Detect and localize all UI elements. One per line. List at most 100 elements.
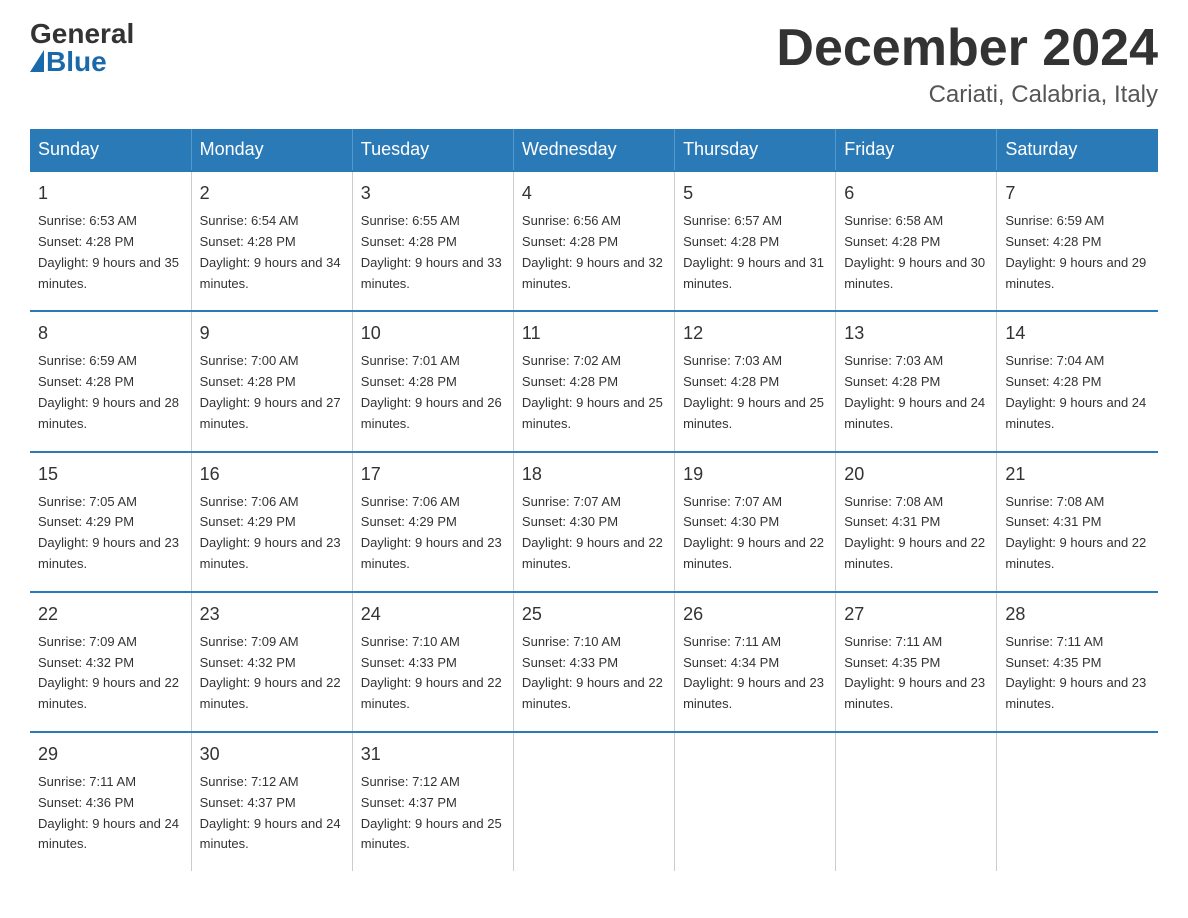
day-info: Sunrise: 7:08 AMSunset: 4:31 PMDaylight:…	[1005, 492, 1150, 575]
day-info: Sunrise: 6:53 AMSunset: 4:28 PMDaylight:…	[38, 211, 183, 294]
day-info: Sunrise: 6:57 AMSunset: 4:28 PMDaylight:…	[683, 211, 827, 294]
day-info: Sunrise: 7:11 AMSunset: 4:34 PMDaylight:…	[683, 632, 827, 715]
day-number: 25	[522, 601, 666, 628]
header-sunday: Sunday	[30, 129, 191, 171]
header-thursday: Thursday	[675, 129, 836, 171]
calendar-cell: 4 Sunrise: 6:56 AMSunset: 4:28 PMDaylight…	[513, 171, 674, 311]
logo-triangle-icon	[30, 50, 44, 72]
logo-general-text: General	[30, 20, 134, 48]
day-number: 4	[522, 180, 666, 207]
calendar-header-row: SundayMondayTuesdayWednesdayThursdayFrid…	[30, 129, 1158, 171]
day-number: 29	[38, 741, 183, 768]
calendar-week-row: 15 Sunrise: 7:05 AMSunset: 4:29 PMDayligh…	[30, 452, 1158, 592]
day-number: 15	[38, 461, 183, 488]
day-info: Sunrise: 7:10 AMSunset: 4:33 PMDaylight:…	[361, 632, 505, 715]
calendar-week-row: 1 Sunrise: 6:53 AMSunset: 4:28 PMDaylight…	[30, 171, 1158, 311]
calendar-cell: 3 Sunrise: 6:55 AMSunset: 4:28 PMDaylight…	[352, 171, 513, 311]
calendar-cell: 14Sunrise: 7:04 AMSunset: 4:28 PMDayligh…	[997, 311, 1158, 451]
day-number: 11	[522, 320, 666, 347]
day-number: 10	[361, 320, 505, 347]
calendar-cell	[836, 732, 997, 871]
calendar-cell: 21Sunrise: 7:08 AMSunset: 4:31 PMDayligh…	[997, 452, 1158, 592]
calendar-cell: 29 Sunrise: 7:11 AMSunset: 4:36 PMDayligh…	[30, 732, 191, 871]
day-info: Sunrise: 7:03 AMSunset: 4:28 PMDaylight:…	[683, 351, 827, 434]
day-number: 5	[683, 180, 827, 207]
day-number: 26	[683, 601, 827, 628]
day-number: 12	[683, 320, 827, 347]
calendar-cell	[675, 732, 836, 871]
day-number: 31	[361, 741, 505, 768]
logo-blue-text: Blue	[30, 48, 107, 76]
calendar-cell	[997, 732, 1158, 871]
calendar-cell: 28Sunrise: 7:11 AMSunset: 4:35 PMDayligh…	[997, 592, 1158, 732]
title-area: December 2024 Cariati, Calabria, Italy	[776, 20, 1158, 109]
day-info: Sunrise: 7:09 AMSunset: 4:32 PMDaylight:…	[38, 632, 183, 715]
month-title: December 2024	[776, 20, 1158, 77]
day-info: Sunrise: 6:56 AMSunset: 4:28 PMDaylight:…	[522, 211, 666, 294]
calendar-cell: 18Sunrise: 7:07 AMSunset: 4:30 PMDayligh…	[513, 452, 674, 592]
header-wednesday: Wednesday	[513, 129, 674, 171]
day-info: Sunrise: 7:12 AMSunset: 4:37 PMDaylight:…	[200, 772, 344, 855]
day-info: Sunrise: 7:07 AMSunset: 4:30 PMDaylight:…	[522, 492, 666, 575]
day-number: 6	[844, 180, 988, 207]
calendar-cell: 20 Sunrise: 7:08 AMSunset: 4:31 PMDayligh…	[836, 452, 997, 592]
day-info: Sunrise: 7:08 AMSunset: 4:31 PMDaylight:…	[844, 492, 988, 575]
day-info: Sunrise: 6:59 AMSunset: 4:28 PMDaylight:…	[1005, 211, 1150, 294]
day-info: Sunrise: 7:02 AMSunset: 4:28 PMDaylight:…	[522, 351, 666, 434]
calendar-week-row: 22 Sunrise: 7:09 AMSunset: 4:32 PMDayligh…	[30, 592, 1158, 732]
day-number: 24	[361, 601, 505, 628]
day-info: Sunrise: 7:11 AMSunset: 4:35 PMDaylight:…	[1005, 632, 1150, 715]
header-saturday: Saturday	[997, 129, 1158, 171]
calendar-cell: 11 Sunrise: 7:02 AMSunset: 4:28 PMDayligh…	[513, 311, 674, 451]
day-number: 3	[361, 180, 505, 207]
calendar-cell: 5 Sunrise: 6:57 AMSunset: 4:28 PMDaylight…	[675, 171, 836, 311]
calendar-cell: 13Sunrise: 7:03 AMSunset: 4:28 PMDayligh…	[836, 311, 997, 451]
day-info: Sunrise: 6:54 AMSunset: 4:28 PMDaylight:…	[200, 211, 344, 294]
day-info: Sunrise: 7:09 AMSunset: 4:32 PMDaylight:…	[200, 632, 344, 715]
day-number: 14	[1005, 320, 1150, 347]
calendar-cell: 17Sunrise: 7:06 AMSunset: 4:29 PMDayligh…	[352, 452, 513, 592]
day-info: Sunrise: 7:05 AMSunset: 4:29 PMDaylight:…	[38, 492, 183, 575]
day-info: Sunrise: 7:12 AMSunset: 4:37 PMDaylight:…	[361, 772, 505, 855]
calendar-cell: 10 Sunrise: 7:01 AMSunset: 4:28 PMDayligh…	[352, 311, 513, 451]
day-info: Sunrise: 7:07 AMSunset: 4:30 PMDaylight:…	[683, 492, 827, 575]
calendar-cell: 30 Sunrise: 7:12 AMSunset: 4:37 PMDayligh…	[191, 732, 352, 871]
day-info: Sunrise: 6:59 AMSunset: 4:28 PMDaylight:…	[38, 351, 183, 434]
logo: General Blue	[30, 20, 134, 76]
day-info: Sunrise: 7:03 AMSunset: 4:28 PMDaylight:…	[844, 351, 988, 434]
day-info: Sunrise: 6:58 AMSunset: 4:28 PMDaylight:…	[844, 211, 988, 294]
calendar-cell: 25 Sunrise: 7:10 AMSunset: 4:33 PMDayligh…	[513, 592, 674, 732]
day-number: 27	[844, 601, 988, 628]
calendar-cell: 7Sunrise: 6:59 AMSunset: 4:28 PMDaylight…	[997, 171, 1158, 311]
calendar-cell: 9 Sunrise: 7:00 AMSunset: 4:28 PMDaylight…	[191, 311, 352, 451]
day-number: 20	[844, 461, 988, 488]
header-friday: Friday	[836, 129, 997, 171]
calendar-week-row: 29 Sunrise: 7:11 AMSunset: 4:36 PMDayligh…	[30, 732, 1158, 871]
day-number: 8	[38, 320, 183, 347]
day-info: Sunrise: 6:55 AMSunset: 4:28 PMDaylight:…	[361, 211, 505, 294]
day-number: 9	[200, 320, 344, 347]
day-info: Sunrise: 7:11 AMSunset: 4:36 PMDaylight:…	[38, 772, 183, 855]
day-number: 23	[200, 601, 344, 628]
day-number: 19	[683, 461, 827, 488]
calendar-cell	[513, 732, 674, 871]
day-number: 22	[38, 601, 183, 628]
calendar-cell: 24 Sunrise: 7:10 AMSunset: 4:33 PMDayligh…	[352, 592, 513, 732]
day-number: 30	[200, 741, 344, 768]
calendar-cell: 23 Sunrise: 7:09 AMSunset: 4:32 PMDayligh…	[191, 592, 352, 732]
calendar-cell: 16 Sunrise: 7:06 AMSunset: 4:29 PMDayligh…	[191, 452, 352, 592]
day-info: Sunrise: 7:10 AMSunset: 4:33 PMDaylight:…	[522, 632, 666, 715]
calendar-cell: 8 Sunrise: 6:59 AMSunset: 4:28 PMDaylight…	[30, 311, 191, 451]
calendar-cell: 26 Sunrise: 7:11 AMSunset: 4:34 PMDayligh…	[675, 592, 836, 732]
calendar-table: SundayMondayTuesdayWednesdayThursdayFrid…	[30, 129, 1158, 871]
calendar-cell: 27Sunrise: 7:11 AMSunset: 4:35 PMDayligh…	[836, 592, 997, 732]
day-number: 17	[361, 461, 505, 488]
calendar-cell: 1 Sunrise: 6:53 AMSunset: 4:28 PMDaylight…	[30, 171, 191, 311]
day-number: 2	[200, 180, 344, 207]
day-info: Sunrise: 7:00 AMSunset: 4:28 PMDaylight:…	[200, 351, 344, 434]
day-info: Sunrise: 7:01 AMSunset: 4:28 PMDaylight:…	[361, 351, 505, 434]
day-number: 1	[38, 180, 183, 207]
header-tuesday: Tuesday	[352, 129, 513, 171]
day-number: 16	[200, 461, 344, 488]
day-info: Sunrise: 7:06 AMSunset: 4:29 PMDaylight:…	[200, 492, 344, 575]
